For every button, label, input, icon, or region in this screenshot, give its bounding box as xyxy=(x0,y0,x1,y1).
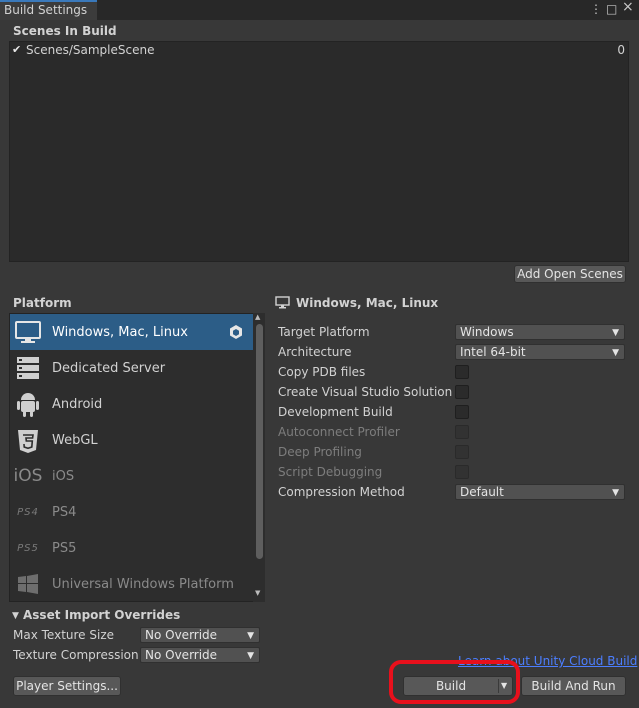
foldout-arrow-icon[interactable]: ▼ xyxy=(12,611,19,621)
chevron-down-icon: ▼ xyxy=(612,348,619,358)
platform-label: Android xyxy=(52,396,103,412)
deep-profiling-label: Deep Profiling xyxy=(278,445,362,459)
dropdown-value: No Override xyxy=(145,628,218,642)
create-vs-solution-label: Create Visual Studio Solution xyxy=(278,385,453,399)
ps4-icon: PS4 xyxy=(17,506,39,518)
scenes-in-build-heading: Scenes In Build xyxy=(13,24,117,38)
asset-import-overrides-heading[interactable]: Asset Import Overrides xyxy=(23,608,180,622)
script-debugging-checkbox xyxy=(455,465,469,479)
compression-method-dropdown[interactable]: Default ▼ xyxy=(455,484,625,500)
platform-item-android[interactable]: Android xyxy=(10,386,255,422)
chevron-down-icon: ▼ xyxy=(247,651,254,661)
scene-name: Scenes/SampleScene xyxy=(26,43,155,57)
platform-item-dedicated-server[interactable]: Dedicated Server xyxy=(10,350,255,386)
scene-row[interactable]: ✔ Scenes/SampleScene 0 xyxy=(10,42,628,59)
target-platform-label: Target Platform xyxy=(278,325,370,339)
dropdown-value: Intel 64-bit xyxy=(460,345,526,359)
maximize-icon[interactable]: □ xyxy=(606,2,617,16)
texture-compression-label: Texture Compression xyxy=(13,648,139,662)
scene-checkbox[interactable]: ✔ xyxy=(12,43,25,56)
dropdown-value: Windows xyxy=(460,325,514,339)
close-icon[interactable]: × xyxy=(622,0,634,14)
platform-label: Dedicated Server xyxy=(52,360,166,376)
script-debugging-label: Script Debugging xyxy=(278,465,383,479)
chevron-down-icon: ▼ xyxy=(247,631,254,641)
compression-method-label: Compression Method xyxy=(278,485,405,499)
max-texture-size-label: Max Texture Size xyxy=(13,628,114,642)
create-vs-solution-checkbox[interactable] xyxy=(455,385,469,399)
monitor-icon xyxy=(10,314,46,350)
development-build-label: Development Build xyxy=(278,405,393,419)
autoconnect-profiler-checkbox xyxy=(455,425,469,439)
server-icon xyxy=(10,350,46,386)
scenes-list[interactable]: ✔ Scenes/SampleScene 0 xyxy=(9,41,629,262)
deep-profiling-checkbox xyxy=(455,445,469,459)
window-menu-icon[interactable]: ⋮ xyxy=(590,2,602,16)
chevron-down-icon: ▼ xyxy=(612,328,619,338)
chevron-down-icon: ▼ xyxy=(612,488,619,498)
architecture-dropdown[interactable]: Intel 64-bit ▼ xyxy=(455,344,625,360)
platform-settings-title: Windows, Mac, Linux xyxy=(296,296,439,310)
build-and-run-button[interactable]: Build And Run xyxy=(521,676,626,696)
unity-logo-icon xyxy=(228,324,244,343)
development-build-checkbox[interactable] xyxy=(455,405,469,419)
platform-item-windows-mac-linux[interactable]: Windows, Mac, Linux xyxy=(10,314,253,350)
scroll-down-icon[interactable]: ▼ xyxy=(255,589,260,597)
platform-heading: Platform xyxy=(13,296,72,310)
android-icon xyxy=(10,386,46,422)
build-label: Build xyxy=(435,679,467,693)
copy-pdb-checkbox[interactable] xyxy=(455,365,469,379)
split-divider xyxy=(498,679,499,693)
add-open-scenes-button[interactable]: Add Open Scenes xyxy=(514,265,626,283)
platform-item-ps4[interactable]: PS4 PS4 xyxy=(10,494,255,530)
tab-build-settings[interactable]: Build Settings xyxy=(0,0,97,20)
platform-item-uwp[interactable]: Universal Windows Platform xyxy=(10,566,255,601)
html5-icon xyxy=(10,422,46,458)
platform-item-webgl[interactable]: WebGL xyxy=(10,422,255,458)
ios-icon: iOS xyxy=(13,466,43,486)
platform-label: PS4 xyxy=(52,504,77,520)
texture-compression-dropdown[interactable]: No Override ▼ xyxy=(140,647,260,663)
platform-label: Universal Windows Platform xyxy=(52,576,234,592)
player-settings-button[interactable]: Player Settings... xyxy=(13,676,121,696)
scene-index: 0 xyxy=(617,43,625,57)
build-button[interactable]: Build ▼ xyxy=(403,676,513,696)
copy-pdb-label: Copy PDB files xyxy=(278,365,366,379)
platform-scrollbar[interactable]: ▲ ▼ xyxy=(253,313,265,602)
architecture-label: Architecture xyxy=(278,345,352,359)
platform-item-ios[interactable]: iOS iOS xyxy=(10,458,255,494)
autoconnect-profiler-label: Autoconnect Profiler xyxy=(278,425,400,439)
platform-label: iOS xyxy=(52,468,75,484)
scroll-up-icon[interactable]: ▲ xyxy=(255,313,260,321)
windows-logo-icon xyxy=(10,566,46,601)
platform-label: PS5 xyxy=(52,540,77,556)
tab-title: Build Settings xyxy=(4,3,88,17)
dropdown-value: No Override xyxy=(145,648,218,662)
platform-list[interactable]: Windows, Mac, Linux Dedicated Server And… xyxy=(9,313,265,602)
dropdown-value: Default xyxy=(460,485,504,499)
platform-label: WebGL xyxy=(52,432,98,448)
platform-item-ps5[interactable]: PS5 PS5 xyxy=(10,530,255,566)
max-texture-size-dropdown[interactable]: No Override ▼ xyxy=(140,627,260,643)
ps5-icon: PS5 xyxy=(17,542,39,554)
chevron-down-icon[interactable]: ▼ xyxy=(501,677,507,695)
monitor-icon xyxy=(275,296,290,312)
target-platform-dropdown[interactable]: Windows ▼ xyxy=(455,324,625,340)
scrollbar-thumb[interactable] xyxy=(256,324,263,559)
platform-label: Windows, Mac, Linux xyxy=(52,324,188,340)
